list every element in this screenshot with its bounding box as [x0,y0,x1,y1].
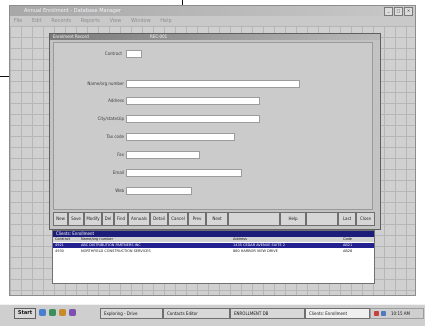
blank-button-2[interactable] [306,212,338,226]
column-header-name[interactable]: Name/org number [81,237,113,242]
field-label-city: City/state/zip [97,116,124,121]
form-button-bar: New Save Modify Del Find Annuals Detail … [53,212,375,226]
close-button[interactable]: Close [356,212,375,226]
window-controls: _ □ × [383,7,413,16]
menu-help[interactable]: Help [160,18,171,24]
start-button[interactable]: Start [14,308,36,319]
contract-field[interactable] [126,50,142,58]
menu-window[interactable]: Window [131,18,151,24]
maximize-icon[interactable]: □ [394,7,403,16]
clock: 10:15 AM [391,311,410,316]
list-row[interactable]: 4930 NORTHFIELD CONSTRUCTION SERVICES 88… [53,249,374,254]
close-icon[interactable]: × [404,7,413,16]
task-contacts[interactable]: Contacts Editor [163,308,230,319]
form-body: Contract Name/org number Address City/st… [53,42,373,210]
column-header-address[interactable]: Address [233,237,247,242]
last-button[interactable]: Last [338,212,356,226]
desktop-icon[interactable] [39,309,46,316]
form-title-id: REC-001 [150,34,168,39]
email-field[interactable] [126,169,242,177]
column-header-contract[interactable]: Contract [55,237,70,242]
task-enrollment-db[interactable]: ENROLLMENT DB [230,308,305,319]
tax-code-field[interactable] [126,133,235,141]
field-label-fax: Fax [117,152,124,157]
tray-network-icon[interactable] [381,311,386,316]
list-cell-code: AB21 [343,243,353,247]
web-field[interactable] [126,187,192,195]
field-label-web: Web [115,188,124,193]
minimize-icon[interactable]: _ [384,7,393,16]
address-field[interactable] [126,97,260,105]
folder-icon[interactable] [59,309,66,316]
taskbar: Start Exploring - Drive Contacts Editor … [0,304,425,326]
fax-field[interactable] [126,151,200,159]
app-title: Annual Enrolment - Database Manager [10,6,415,16]
cancel-button[interactable]: Cancel [168,212,188,226]
client-list-window: Clients: Enrollment Contract Name/org nu… [52,230,375,284]
field-label-tax: Tax code [106,134,124,139]
field-label-email: Email [112,170,124,175]
prev-button[interactable]: Prev [188,212,206,226]
list-cell-contract: 4930 [55,249,64,253]
list-header-row: Contract Name/org number Address Code [53,237,374,242]
form-title: Enrolment Record [53,34,89,39]
field-label-address: Address [108,98,124,103]
column-header-code[interactable]: Code [343,237,352,242]
find-button[interactable]: Find [114,212,128,226]
field-label-contract: Contract [104,51,122,56]
list-cell-contract: 4921 [55,243,64,247]
list-cell-address: 1435 CEDAR AVENUE SUITE 2 [233,243,286,247]
new-button[interactable]: New [53,212,68,226]
modify-button[interactable]: Modify [84,212,102,226]
list-cell-code: AB28 [343,249,353,253]
menu-records[interactable]: Records [51,18,71,24]
form-title-bar: Enrolment Record REC-001 [50,34,380,40]
list-cell-name: NORTHFIELD CONSTRUCTION SERVICES [81,249,151,253]
blank-button-1[interactable] [228,212,280,226]
menu-view[interactable]: View [110,18,122,24]
menu-bar: File Edit Records Reports View Window He… [10,17,415,25]
delete-button[interactable]: Del [102,212,114,226]
detail-button[interactable]: Detail [150,212,168,226]
task-clients-enrollment[interactable]: Clients: Enrollment [305,308,370,319]
menu-reports[interactable]: Reports [81,18,100,24]
list-cell-address: 880 HARBOR VIEW DRIVE [233,249,278,253]
list-row[interactable]: 4921 ABC DISTRIBUTION PARTNERS INC 1435 … [53,243,374,248]
help-button[interactable]: Help [280,212,306,226]
system-tray: 10:15 AM [370,308,424,319]
list-cell-name: ABC DISTRIBUTION PARTNERS INC [81,243,141,247]
annuals-button[interactable]: Annuals [128,212,150,226]
tray-volume-icon[interactable] [374,311,379,316]
record-form-window: Enrolment Record REC-001 Contract Name/o… [49,33,381,230]
city-field[interactable] [126,115,260,123]
menu-file[interactable]: File [14,18,22,24]
name-field[interactable] [126,80,300,88]
save-button[interactable]: Save [68,212,84,226]
field-label-name: Name/org number [87,81,124,86]
mail-icon[interactable] [69,309,76,316]
menu-edit[interactable]: Edit [32,18,42,24]
browser-icon[interactable] [49,309,56,316]
task-exploring[interactable]: Exploring - Drive [100,308,163,319]
next-button[interactable]: Next [206,212,228,226]
